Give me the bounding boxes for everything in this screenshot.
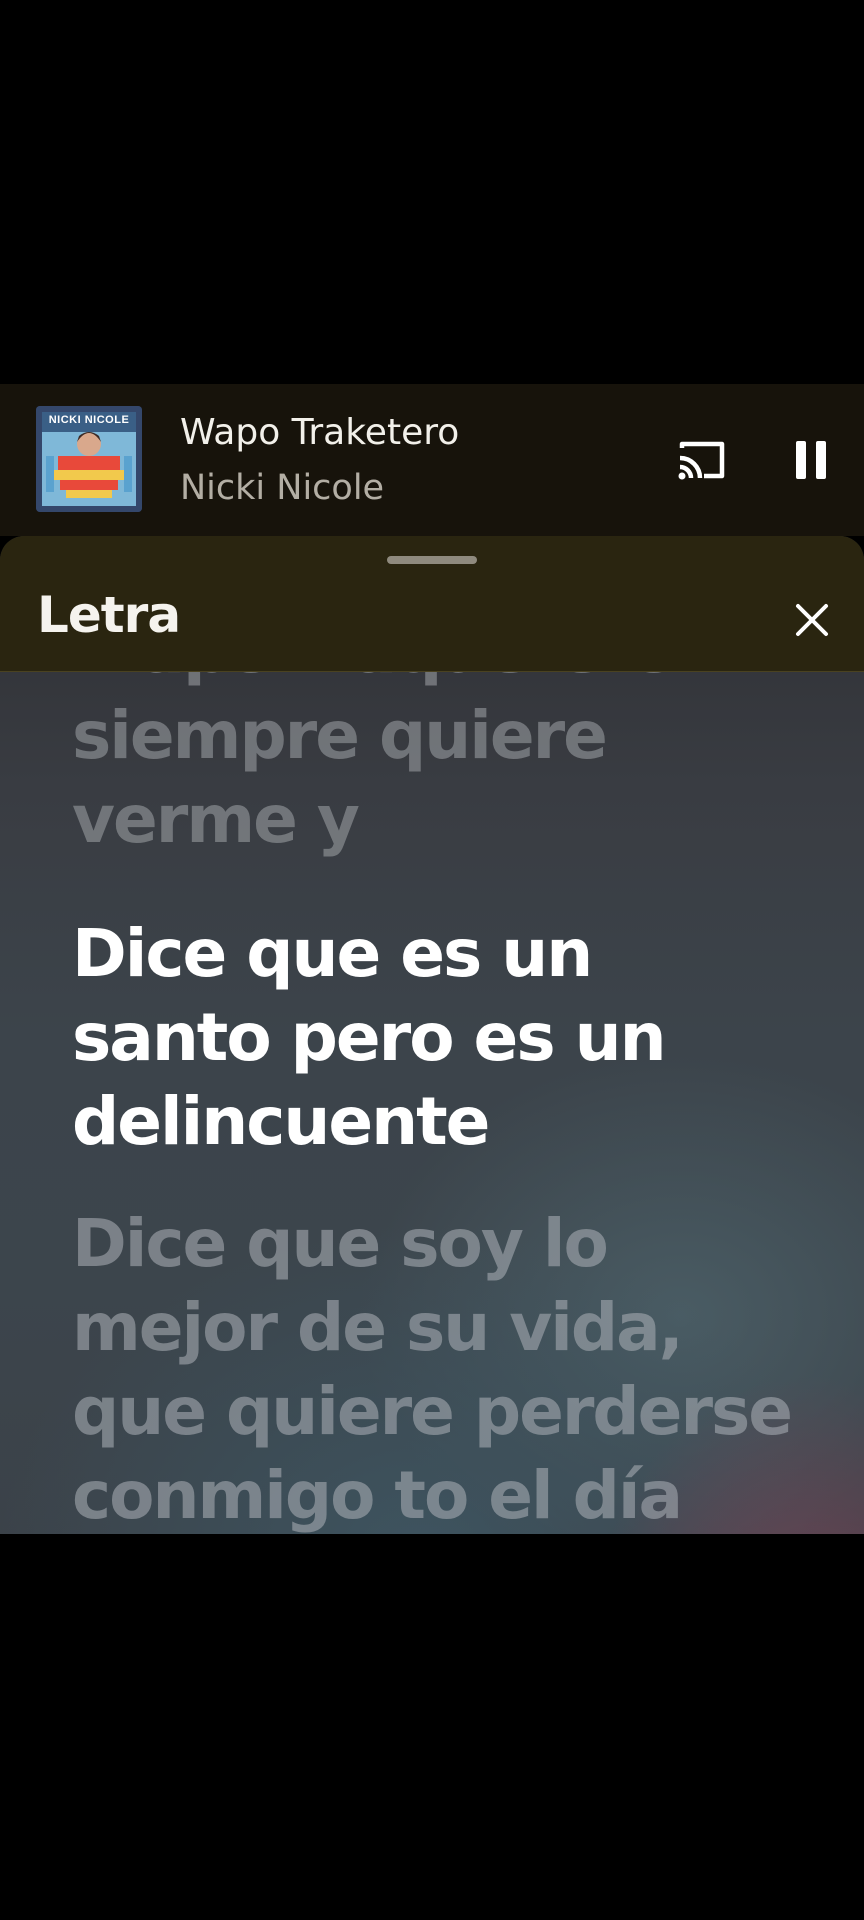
lyrics-header: Letra: [0, 536, 864, 672]
pause-button[interactable]: [786, 434, 836, 486]
mini-player[interactable]: NICKI NICOLE Wapo Traketero Nicki Nicole: [0, 384, 864, 536]
lyric-line-current[interactable]: Dice que es un santo pero es un delincue…: [72, 912, 812, 1164]
pause-icon: [796, 441, 826, 479]
close-button[interactable]: [786, 594, 838, 646]
drag-handle[interactable]: [387, 556, 477, 564]
lyrics-body[interactable]: Wapo traquetero siempre quiere verme y D…: [0, 672, 864, 1534]
lyric-line-previous[interactable]: siempre quiere verme y: [72, 694, 812, 862]
lyric-line-next[interactable]: Dice que soy lo mejor de su vida, que qu…: [72, 1202, 812, 1534]
screen: NICKI NICOLE Wapo Traketero Nicki Nicole…: [0, 0, 864, 1920]
cast-button[interactable]: [672, 434, 732, 486]
lyrics-sheet[interactable]: Letra Wapo traquetero siempre quiere ver…: [0, 536, 864, 1534]
lyrics-title: Letra: [37, 586, 181, 644]
track-title[interactable]: Wapo Traketero: [180, 412, 459, 453]
cast-icon: [678, 441, 725, 480]
track-artist[interactable]: Nicki Nicole: [180, 468, 384, 508]
album-art-caption: NICKI NICOLE: [48, 414, 130, 426]
album-art[interactable]: NICKI NICOLE: [36, 406, 142, 512]
lyric-line-partial[interactable]: Wapo traquetero: [72, 672, 812, 692]
close-icon: [796, 604, 828, 636]
